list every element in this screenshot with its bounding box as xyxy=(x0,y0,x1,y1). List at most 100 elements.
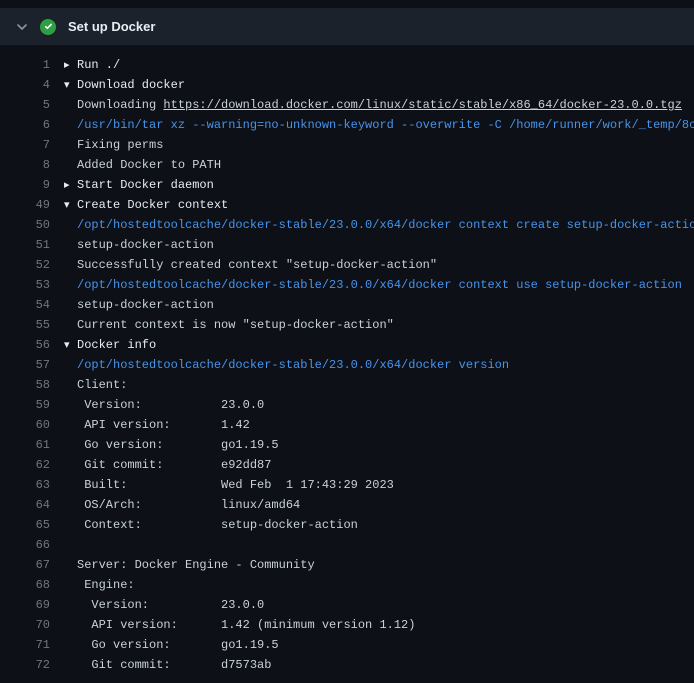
line-content: Context: setup-docker-action xyxy=(64,515,694,535)
line-number[interactable]: 8 xyxy=(0,155,50,175)
log-text: Client: xyxy=(77,378,127,392)
line-number[interactable]: 69 xyxy=(0,595,50,615)
log-line: 4 ▾Download docker xyxy=(0,75,694,95)
line-content: API version: 1.42 (minimum version 1.12) xyxy=(64,615,694,635)
log-text: Current context is now "setup-docker-act… xyxy=(77,318,394,332)
log-text: Server: Docker Engine - Community xyxy=(77,558,315,572)
log-line: 66 xyxy=(0,535,694,555)
log-link[interactable]: https://download.docker.com/linux/static… xyxy=(163,98,681,112)
line-number[interactable]: 63 xyxy=(0,475,50,495)
group-expanded-icon[interactable]: ▾ xyxy=(64,335,77,355)
log-container: 1▸Run ./4▾Download docker5Downloading ht… xyxy=(0,45,694,675)
actions-log-viewer: Set up Docker 1▸Run ./4▾Download docker5… xyxy=(0,0,694,683)
log-text: Added Docker to PATH xyxy=(77,158,221,172)
log-text: Built: Wed Feb 1 17:43:29 2023 xyxy=(77,478,394,492)
log-line: 71 Go version: go1.19.5 xyxy=(0,635,694,655)
line-number[interactable]: 59 xyxy=(0,395,50,415)
log-text: /usr/bin/tar xz --warning=no-unknown-key… xyxy=(77,118,694,132)
group-collapsed-icon[interactable]: ▸ xyxy=(64,175,77,195)
group-header-line[interactable]: ▸Start Docker daemon xyxy=(64,175,694,195)
line-number[interactable]: 70 xyxy=(0,615,50,635)
group-expanded-icon[interactable]: ▾ xyxy=(64,195,77,215)
line-number[interactable]: 5 xyxy=(0,95,50,115)
line-number[interactable]: 62 xyxy=(0,455,50,475)
log-text: Version: 23.0.0 xyxy=(77,398,264,412)
line-number[interactable]: 4 xyxy=(0,75,50,95)
line-content: API version: 1.42 xyxy=(64,415,694,435)
line-number[interactable]: 1 xyxy=(0,55,50,75)
line-content: Server: Docker Engine - Community xyxy=(64,555,694,575)
log-line: 54 setup-docker-action xyxy=(0,295,694,315)
log-text: setup-docker-action xyxy=(77,298,214,312)
line-number[interactable]: 52 xyxy=(0,255,50,275)
log-line: 53/opt/hostedtoolcache/docker-stable/23.… xyxy=(0,275,694,295)
line-number[interactable]: 71 xyxy=(0,635,50,655)
log-text: /opt/hostedtoolcache/docker-stable/23.0.… xyxy=(77,358,509,372)
line-number[interactable]: 7 xyxy=(0,135,50,155)
log-line: 70 API version: 1.42 (minimum version 1.… xyxy=(0,615,694,635)
line-number[interactable]: 72 xyxy=(0,655,50,675)
line-number[interactable]: 53 xyxy=(0,275,50,295)
line-number[interactable]: 51 xyxy=(0,235,50,255)
line-number[interactable]: 55 xyxy=(0,315,50,335)
log-text: setup-docker-action xyxy=(77,238,214,252)
log-text: Docker info xyxy=(77,338,156,352)
group-header-line[interactable]: ▾Download docker xyxy=(64,75,694,95)
line-content xyxy=(64,535,694,555)
group-expanded-icon[interactable]: ▾ xyxy=(64,75,77,95)
line-number[interactable]: 56 xyxy=(0,335,50,355)
line-number[interactable]: 66 xyxy=(0,535,50,555)
line-number[interactable]: 9 xyxy=(0,175,50,195)
log-line: 57/opt/hostedtoolcache/docker-stable/23.… xyxy=(0,355,694,375)
line-number[interactable]: 65 xyxy=(0,515,50,535)
log-text: Git commit: e92dd87 xyxy=(77,458,271,472)
line-content: Downloading https://download.docker.com/… xyxy=(64,95,694,115)
line-number[interactable]: 60 xyxy=(0,415,50,435)
log-line: 63 Built: Wed Feb 1 17:43:29 2023 xyxy=(0,475,694,495)
log-text: Go version: go1.19.5 xyxy=(77,638,279,652)
step-header[interactable]: Set up Docker xyxy=(0,8,694,45)
line-content: /opt/hostedtoolcache/docker-stable/23.0.… xyxy=(64,355,694,375)
step-title: Set up Docker xyxy=(68,19,155,34)
log-text: Engine: xyxy=(77,578,135,592)
line-number[interactable]: 49 xyxy=(0,195,50,215)
line-content: Current context is now "setup-docker-act… xyxy=(64,315,694,335)
group-header-line[interactable]: ▾Docker info xyxy=(64,335,694,355)
line-number[interactable]: 6 xyxy=(0,115,50,135)
line-content: Git commit: d7573ab xyxy=(64,655,694,675)
line-number[interactable]: 61 xyxy=(0,435,50,455)
chevron-down-icon[interactable] xyxy=(16,21,28,33)
line-content: setup-docker-action xyxy=(64,235,694,255)
line-number[interactable]: 54 xyxy=(0,295,50,315)
group-header-line[interactable]: ▾Create Docker context xyxy=(64,195,694,215)
log-text: Download docker xyxy=(77,78,185,92)
log-text: Context: setup-docker-action xyxy=(77,518,358,532)
group-header-line[interactable]: ▸Run ./ xyxy=(64,55,694,75)
line-content: OS/Arch: linux/amd64 xyxy=(64,495,694,515)
line-number[interactable]: 68 xyxy=(0,575,50,595)
line-content: Successfully created context "setup-dock… xyxy=(64,255,694,275)
line-number[interactable]: 50 xyxy=(0,215,50,235)
log-line: 67 Server: Docker Engine - Community xyxy=(0,555,694,575)
line-content: Git commit: e92dd87 xyxy=(64,455,694,475)
log-line: 61 Go version: go1.19.5 xyxy=(0,435,694,455)
log-line: 8 Added Docker to PATH xyxy=(0,155,694,175)
line-number[interactable]: 58 xyxy=(0,375,50,395)
log-line: 51 setup-docker-action xyxy=(0,235,694,255)
line-content: Client: xyxy=(64,375,694,395)
log-text: Version: 23.0.0 xyxy=(77,598,264,612)
log-line: 58 Client: xyxy=(0,375,694,395)
line-content: Engine: xyxy=(64,575,694,595)
line-number[interactable]: 64 xyxy=(0,495,50,515)
line-number[interactable]: 67 xyxy=(0,555,50,575)
line-number[interactable]: 57 xyxy=(0,355,50,375)
group-collapsed-icon[interactable]: ▸ xyxy=(64,55,77,75)
log-line: 49 ▾Create Docker context xyxy=(0,195,694,215)
log-text: Go version: go1.19.5 xyxy=(77,438,279,452)
line-content: /opt/hostedtoolcache/docker-stable/23.0.… xyxy=(64,275,694,295)
log-text: /opt/hostedtoolcache/docker-stable/23.0.… xyxy=(77,218,694,232)
line-content: Version: 23.0.0 xyxy=(64,395,694,415)
log-line: 1 ▸Run ./ xyxy=(0,55,694,75)
line-content: setup-docker-action xyxy=(64,295,694,315)
log-text: Start Docker daemon xyxy=(77,178,214,192)
